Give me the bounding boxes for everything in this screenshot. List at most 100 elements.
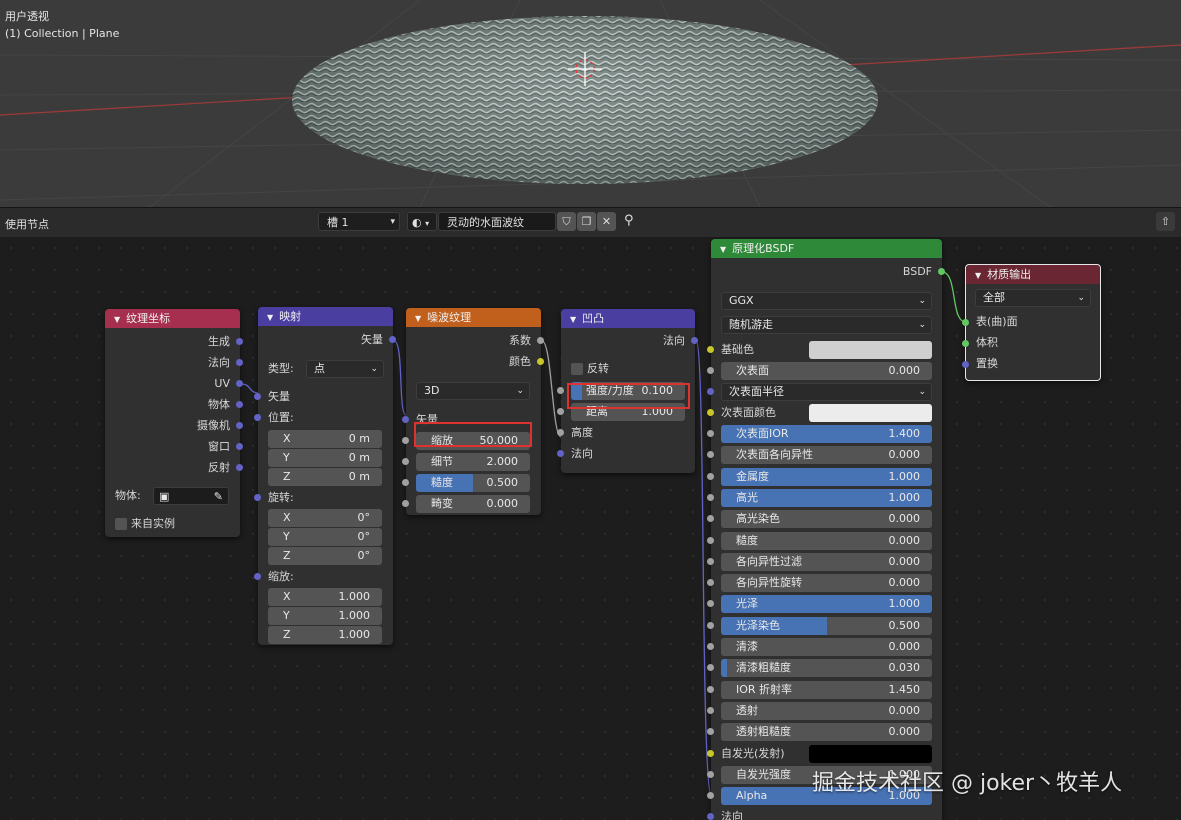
material-browse-button[interactable]: ◐ ▾ <box>407 212 437 231</box>
subsurface-method-dropdown[interactable]: 随机游走 ⌄ <box>721 316 932 334</box>
bsdf-field[interactable]: 光泽染色 0.500 <box>721 617 932 635</box>
use-nodes-label[interactable]: 使用节点 <box>5 216 49 232</box>
socket-color[interactable] <box>537 358 544 365</box>
bsdf-field[interactable]: 透射 0.000 <box>721 702 932 720</box>
eyedropper-icon[interactable]: ✎ <box>214 488 223 504</box>
bsdf-field[interactable]: 各向异性旋转 0.000 <box>721 574 932 592</box>
scale-y-field[interactable]: Y 1.000 <box>268 607 382 625</box>
bsdf-field[interactable]: 光泽 1.000 <box>721 595 932 613</box>
socket-reflection[interactable] <box>236 464 243 471</box>
material-output-node[interactable]: ▼ 材质输出 全部 ⌄ 表(曲)面 体积 置换 <box>962 264 1101 381</box>
from-instancer-checkbox[interactable] <box>115 518 127 530</box>
socket-roughness[interactable] <box>402 479 409 486</box>
socket-rotation[interactable] <box>254 494 261 501</box>
node-header[interactable]: ▼ 映射 <box>258 307 393 326</box>
socket-surface[interactable] <box>962 319 969 326</box>
bsdf-field[interactable]: 高光染色 0.000 <box>721 510 932 528</box>
socket-subsurface[interactable] <box>707 367 714 374</box>
socket-camera[interactable] <box>236 422 243 429</box>
socket-normal[interactable] <box>236 359 243 366</box>
noise-texture-node[interactable]: ▼ 噪波纹理 系数 颜色 3D ⌄ 矢量 缩放 50.000 细节 2.000 糙度 0.… <box>402 308 544 515</box>
bsdf-field[interactable]: 各向异性过滤 0.000 <box>721 553 932 571</box>
mapping-node[interactable]: ▼ 映射 矢量 类型: 点 ⌄ 矢量 位置: X0 m Y0 m Z0 m 旋转: … <box>254 307 396 645</box>
socket-subsurface-color[interactable] <box>707 409 714 416</box>
node-header[interactable]: ▼ 纹理坐标 <box>105 309 240 328</box>
socket-output-normal[interactable] <box>691 337 698 344</box>
rotation-x-field[interactable]: X 0° <box>268 509 382 527</box>
bsdf-field[interactable]: 次表面各向异性 0.000 <box>721 446 932 464</box>
bsdf-input-socket[interactable] <box>707 643 714 650</box>
bsdf-input-socket[interactable] <box>707 515 714 522</box>
socket-input-normal[interactable] <box>557 450 564 457</box>
location-y-field[interactable]: Y 0 m <box>268 449 382 467</box>
bsdf-input-socket[interactable] <box>707 451 714 458</box>
bsdf-field[interactable]: 高光 1.000 <box>721 489 932 507</box>
bsdf-field[interactable]: 清漆粗糙度 0.030 <box>721 659 932 677</box>
socket-fac[interactable] <box>537 337 544 344</box>
socket-displacement[interactable] <box>962 361 969 368</box>
socket-alpha[interactable] <box>707 792 714 799</box>
socket-height[interactable] <box>557 429 564 436</box>
socket-detail[interactable] <box>402 458 409 465</box>
socket-strength[interactable] <box>557 387 564 394</box>
slot-dropdown[interactable]: 槽 1 ▾ <box>318 212 400 231</box>
emission-color-swatch[interactable] <box>809 745 932 763</box>
base-color-swatch[interactable] <box>809 341 932 359</box>
socket-input-vector[interactable] <box>254 393 261 400</box>
close-icon[interactable]: ✕ <box>597 212 616 231</box>
socket-base-color[interactable] <box>707 346 714 353</box>
texture-coordinate-node[interactable]: ▼ 纹理坐标 生成 法向 UV 物体 摄像机 窗口 反射 物体: ▣ ✎ 来自实例 <box>105 309 243 537</box>
node-header[interactable]: ▼ 噪波纹理 <box>406 308 541 327</box>
rotation-z-field[interactable]: Z 0° <box>268 547 382 565</box>
bsdf-input-socket[interactable] <box>707 728 714 735</box>
bsdf-input-socket[interactable] <box>707 622 714 629</box>
socket-bsdf[interactable] <box>938 268 945 275</box>
bsdf-input-socket[interactable] <box>707 537 714 544</box>
socket-input-vector[interactable] <box>402 416 409 423</box>
bsdf-input-socket[interactable] <box>707 430 714 437</box>
socket-emission-strength[interactable] <box>707 771 714 778</box>
pin-icon[interactable]: ⚲ <box>624 213 634 228</box>
bsdf-input-socket[interactable] <box>707 558 714 565</box>
subsurface-color-swatch[interactable] <box>809 404 932 422</box>
noise-roughness-field[interactable]: 糙度 0.500 <box>416 474 530 492</box>
arrow-up-icon[interactable]: ⇧ <box>1156 212 1175 231</box>
bsdf-input-socket[interactable] <box>707 494 714 501</box>
socket-volume[interactable] <box>962 340 969 347</box>
socket-distance[interactable] <box>557 408 564 415</box>
principled-bsdf-node[interactable]: ▼ 原理化BSDF BSDF GGX ⌄ 随机游走 ⌄ 基础色 次表面 0.000 次表… <box>707 239 945 820</box>
socket-distortion[interactable] <box>402 500 409 507</box>
bsdf-input-socket[interactable] <box>707 600 714 607</box>
socket-emission[interactable] <box>707 750 714 757</box>
socket-generated[interactable] <box>236 338 243 345</box>
noise-distortion-field[interactable]: 畸变 0.000 <box>416 495 530 513</box>
copy-icon[interactable]: ❐ <box>577 212 596 231</box>
bsdf-field[interactable]: 清漆 0.000 <box>721 638 932 656</box>
socket-normal[interactable] <box>707 813 714 820</box>
bsdf-field[interactable]: 金属度 1.000 <box>721 468 932 486</box>
socket-scale[interactable] <box>402 437 409 444</box>
socket-uv[interactable] <box>236 380 243 387</box>
output-target-dropdown[interactable]: 全部 ⌄ <box>975 289 1091 307</box>
bsdf-field[interactable]: 透射粗糙度 0.000 <box>721 723 932 741</box>
dimension-dropdown[interactable]: 3D ⌄ <box>416 382 530 400</box>
rotation-y-field[interactable]: Y 0° <box>268 528 382 546</box>
type-dropdown[interactable]: 点 ⌄ <box>306 360 384 378</box>
invert-checkbox[interactable] <box>571 363 583 375</box>
shield-icon[interactable]: ⛉ <box>557 212 576 231</box>
material-name-field[interactable]: 灵动的水面波纹 <box>438 212 556 231</box>
socket-location[interactable] <box>254 414 261 421</box>
scale-z-field[interactable]: Z 1.000 <box>268 626 382 644</box>
noise-detail-field[interactable]: 细节 2.000 <box>416 453 530 471</box>
location-z-field[interactable]: Z 0 m <box>268 468 382 486</box>
subsurface-field[interactable]: 次表面 0.000 <box>721 362 932 380</box>
socket-output-vector[interactable] <box>389 336 396 343</box>
socket-window[interactable] <box>236 443 243 450</box>
node-header[interactable]: ▼ 材质输出 <box>966 265 1100 284</box>
scale-x-field[interactable]: X 1.000 <box>268 588 382 606</box>
node-editor-canvas[interactable]: ▼ 纹理坐标 生成 法向 UV 物体 摄像机 窗口 反射 物体: ▣ ✎ 来自实例… <box>0 237 1181 820</box>
object-picker[interactable]: ▣ ✎ <box>153 487 229 505</box>
socket-subsurface-radius[interactable] <box>707 388 714 395</box>
bsdf-input-socket[interactable] <box>707 686 714 693</box>
3d-viewport[interactable]: 用户透视 (1) Collection | Plane <box>0 0 1181 207</box>
